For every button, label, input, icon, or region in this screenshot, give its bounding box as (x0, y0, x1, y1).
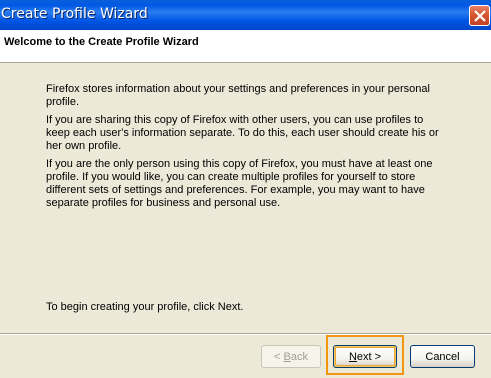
page-title: Welcome to the Create Profile Wizard (4, 36, 199, 48)
close-button[interactable] (469, 5, 490, 26)
wizard-body: Firefox stores information about your se… (46, 83, 446, 215)
instruction-text: To begin creating your profile, click Ne… (46, 301, 244, 313)
window-title: Create Profile Wizard (1, 6, 148, 22)
wizard-header: Welcome to the Create Profile Wizard (0, 30, 491, 63)
body-paragraph: If you are the only person using this co… (46, 158, 433, 209)
cancel-button-label: Cancel (425, 350, 460, 363)
title-bar[interactable]: Create Profile Wizard (0, 0, 491, 30)
cancel-button[interactable]: Cancel (410, 345, 475, 368)
back-button[interactable]: < Back (261, 345, 321, 368)
back-button-prefix: < (274, 350, 284, 363)
body-paragraph: If you are sharing this copy of Firefox … (46, 114, 439, 152)
wizard-window: Create Profile Wizard Welcome to the Cre… (0, 0, 491, 378)
next-button-highlight (326, 335, 404, 375)
footer-divider (0, 333, 491, 335)
back-button-accesskey: B (283, 350, 291, 363)
back-button-label: ack (290, 350, 308, 363)
close-icon (474, 10, 486, 22)
body-paragraph: Firefox stores information about your se… (46, 83, 430, 108)
